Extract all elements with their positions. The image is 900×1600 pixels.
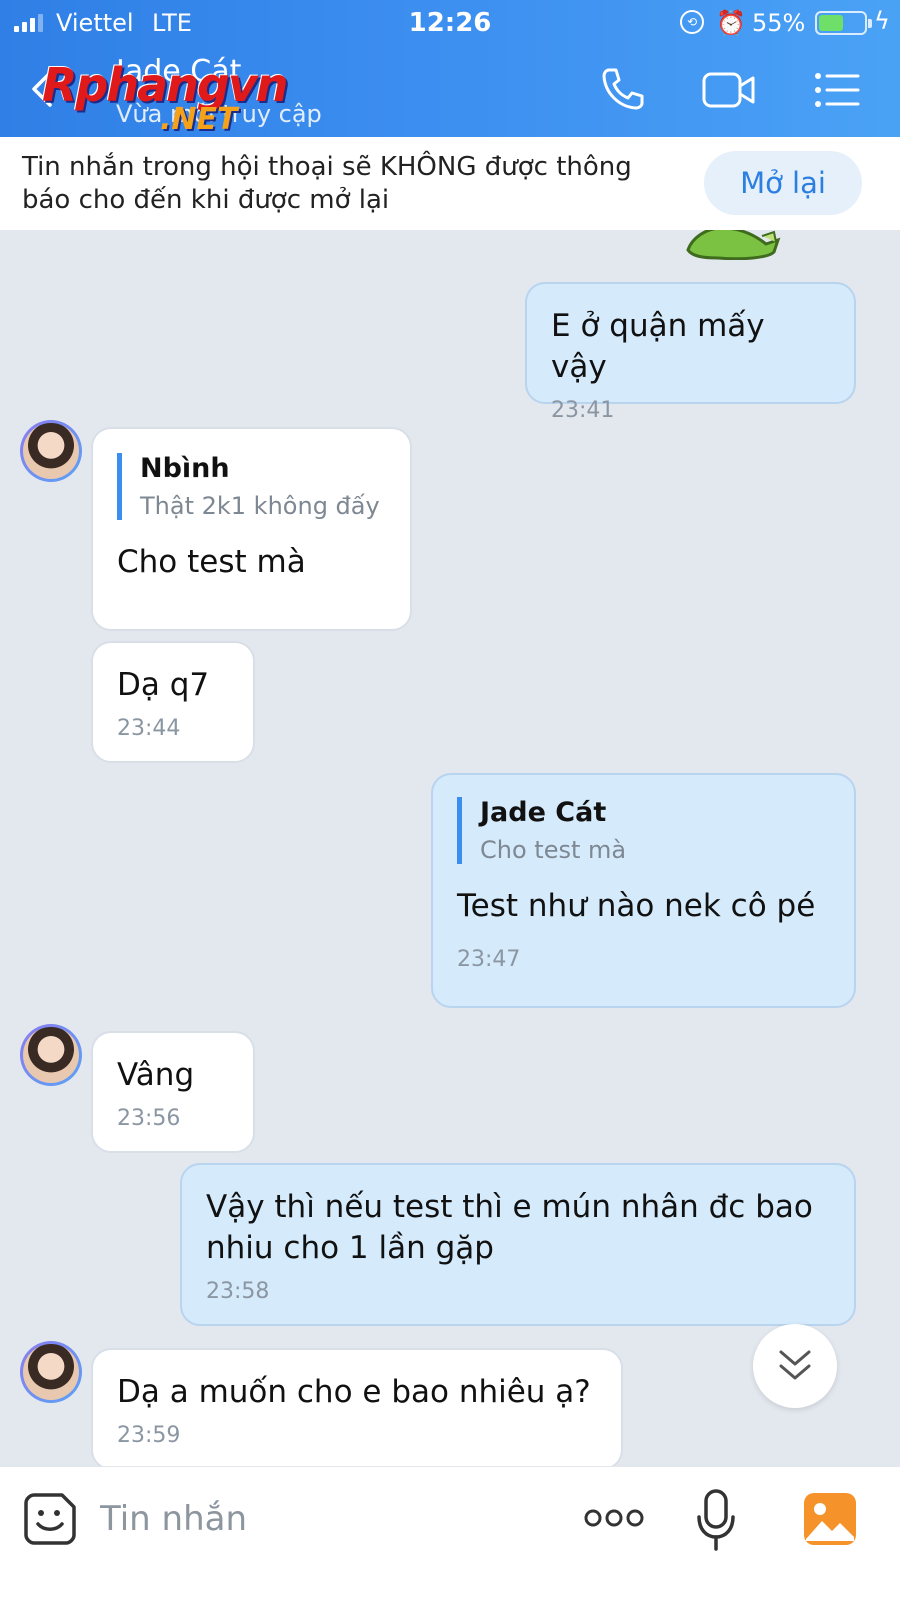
message-text: Test như nào nek cô pé bbox=[457, 888, 816, 924]
message-time: 23:58 bbox=[206, 1279, 270, 1304]
message-list[interactable]: E ở quận mấy vậy 23:41 Nbình Thật 2k1 kh… bbox=[0, 230, 900, 1466]
avatar[interactable] bbox=[20, 1341, 82, 1403]
message-text: Dạ q7 bbox=[117, 667, 210, 703]
battery-percent: 55% bbox=[752, 9, 806, 37]
message-time: 23:41 bbox=[551, 398, 615, 423]
phone-icon[interactable] bbox=[600, 66, 646, 112]
incoming-message[interactable]: Vâng 23:56 bbox=[91, 1031, 255, 1153]
quoted-reply[interactable]: Jade Cát Cho test mà bbox=[457, 797, 830, 864]
message-time: 23:44 bbox=[117, 716, 181, 741]
incoming-message[interactable]: Dạ q7 23:44 bbox=[91, 641, 255, 763]
message-time: 23:56 bbox=[117, 1106, 181, 1131]
mute-notice-text: Tin nhắn trong hội thoại sẽ KHÔNG được t… bbox=[22, 152, 632, 215]
message-input[interactable] bbox=[100, 1491, 540, 1547]
microphone-icon[interactable] bbox=[696, 1489, 736, 1551]
watermark-sub: .NET bbox=[160, 102, 238, 137]
sticker-image[interactable] bbox=[682, 230, 782, 260]
avatar[interactable] bbox=[20, 420, 82, 482]
quoted-reply[interactable]: Nbình Thật 2k1 không đấy bbox=[117, 453, 386, 520]
chat-header: Viettel LTE 12:26 ⟲ ⏰ 55% ϟ Jade Cát Vừa… bbox=[0, 0, 900, 137]
outgoing-message[interactable]: Vậy thì nếu test thì e mún nhân đc bao n… bbox=[180, 1163, 856, 1326]
image-icon[interactable] bbox=[802, 1491, 858, 1547]
message-time: 23:59 bbox=[117, 1423, 181, 1448]
quote-text: Thật 2k1 không đấy bbox=[140, 492, 380, 520]
message-time: 23:47 bbox=[457, 947, 521, 972]
message-text: Dạ a muốn cho e bao nhiêu ạ? bbox=[117, 1374, 591, 1410]
status-bar: Viettel LTE 12:26 ⟲ ⏰ 55% ϟ bbox=[0, 0, 900, 44]
more-icon[interactable] bbox=[584, 1507, 644, 1529]
rotation-lock-icon: ⟲ bbox=[680, 10, 704, 34]
quote-text: Cho test mà bbox=[480, 836, 627, 864]
quote-author: Nbình bbox=[140, 453, 230, 484]
charging-bolt-icon: ϟ bbox=[874, 7, 890, 35]
outgoing-message[interactable]: Jade Cát Cho test mà Test như nào nek cô… bbox=[431, 773, 856, 1008]
reopen-notifications-button[interactable]: Mở lại bbox=[704, 151, 862, 215]
quote-author: Jade Cát bbox=[480, 797, 607, 828]
alarm-icon: ⏰ bbox=[716, 9, 746, 37]
composer-bar bbox=[0, 1466, 900, 1600]
incoming-message[interactable]: Nbình Thật 2k1 không đấy Cho test mà bbox=[91, 427, 412, 631]
avatar[interactable] bbox=[20, 1024, 82, 1086]
message-text: Cho test mà bbox=[117, 544, 306, 580]
message-text: Vậy thì nếu test thì e mún nhân đc bao n… bbox=[206, 1189, 813, 1266]
sticker-icon[interactable] bbox=[24, 1493, 76, 1545]
outgoing-message[interactable]: E ở quận mấy vậy 23:41 bbox=[525, 282, 856, 423]
watermark-logo: Rphangvn .NET bbox=[42, 58, 332, 138]
message-text: E ở quận mấy vậy bbox=[551, 308, 765, 385]
double-chevron-down-icon bbox=[779, 1350, 811, 1380]
video-camera-icon[interactable] bbox=[702, 70, 756, 110]
message-text: Vâng bbox=[117, 1057, 195, 1093]
incoming-message[interactable]: Dạ a muốn cho e bao nhiêu ạ? 23:59 bbox=[91, 1348, 623, 1466]
list-menu-icon[interactable] bbox=[814, 70, 860, 110]
scroll-to-bottom-button[interactable] bbox=[753, 1324, 837, 1408]
battery-icon bbox=[815, 11, 872, 35]
